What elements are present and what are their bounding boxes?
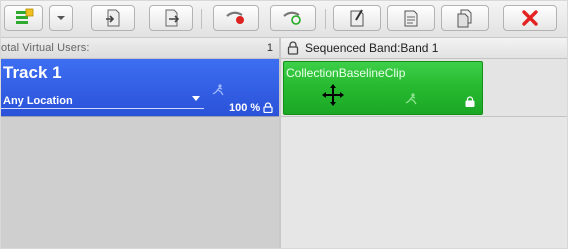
track-row[interactable]: Track 1 Any Location 100 %: [1, 59, 279, 117]
delete-icon: [522, 10, 538, 26]
clip-title: CollectionBaselineClip: [286, 66, 406, 80]
move-cursor-icon: [322, 84, 344, 106]
delete-button[interactable]: [503, 5, 557, 31]
track-title: Track 1: [3, 63, 62, 82]
toolbar-separator: [325, 9, 326, 29]
export-icon: [165, 9, 180, 27]
chevron-down-icon[interactable]: [192, 96, 200, 102]
run-button[interactable]: [270, 5, 316, 31]
location-select[interactable]: Any Location: [3, 95, 73, 107]
band-title: Sequenced Band:Band 1: [305, 41, 439, 55]
toolbar-separator: [201, 9, 202, 29]
dropdown-arrow-icon: [57, 16, 65, 20]
total-users-header: otal Virtual Users: 1: [1, 38, 279, 59]
record-icon: [226, 11, 244, 24]
run-icon: [283, 11, 301, 25]
lock-icon[interactable]: [465, 96, 475, 107]
edit-button[interactable]: [333, 5, 381, 31]
import-button[interactable]: [91, 5, 135, 31]
copy-button[interactable]: [441, 5, 489, 31]
copy-icon: [457, 9, 472, 28]
add-track-icon: [15, 8, 33, 24]
track-list-empty-area[interactable]: [1, 117, 279, 248]
add-track-dropdown[interactable]: [49, 5, 73, 31]
timeline-empty-area[interactable]: [281, 117, 567, 248]
toolbar: [1, 1, 567, 38]
properties-icon: [404, 10, 418, 27]
runner-icon: [212, 84, 224, 96]
workload-editor: otal Virtual Users: 1 Sequenced Band:Ban…: [0, 0, 568, 249]
clip-block[interactable]: CollectionBaselineClip: [283, 61, 483, 115]
total-users-value: 1: [266, 42, 273, 54]
band-header[interactable]: Sequenced Band:Band 1: [281, 38, 567, 59]
total-users-label: otal Virtual Users:: [1, 42, 90, 54]
lock-icon: [287, 41, 299, 55]
import-icon: [106, 9, 120, 27]
record-button[interactable]: [213, 5, 259, 31]
lock-icon[interactable]: [263, 102, 273, 113]
location-underline: [1, 108, 204, 109]
properties-button[interactable]: [387, 5, 435, 31]
runner-icon: [405, 93, 417, 105]
user-percent: 100 %: [229, 102, 261, 114]
export-button[interactable]: [149, 5, 193, 31]
add-track-button[interactable]: [4, 5, 43, 31]
edit-icon: [350, 9, 364, 27]
